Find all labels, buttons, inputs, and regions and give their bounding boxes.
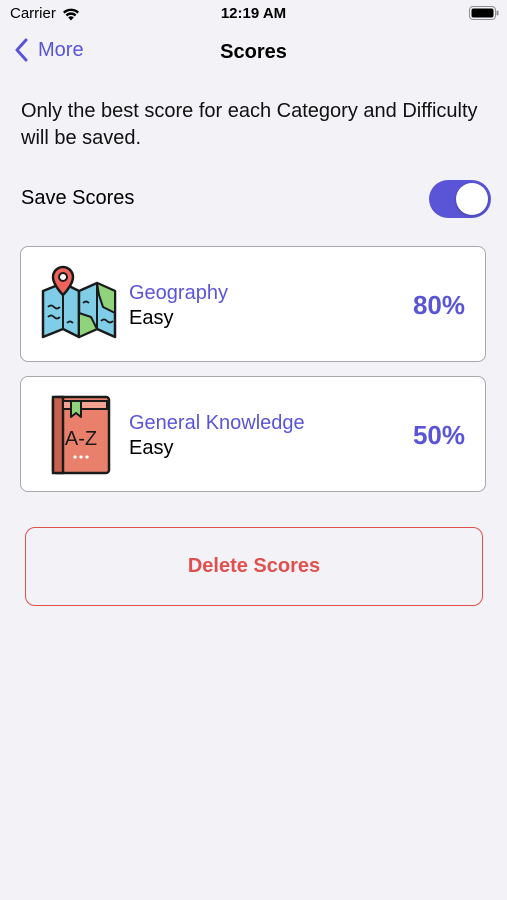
- score-card-text: Geography Easy: [129, 281, 228, 331]
- book-letters: A-Z: [65, 428, 97, 450]
- map-icon: [41, 265, 117, 339]
- book-icon: A-Z: [51, 395, 111, 475]
- navigation-bar: More Scores: [0, 28, 507, 76]
- save-scores-row: Save Scores: [21, 178, 491, 220]
- battery-icon: [469, 6, 499, 20]
- status-time: 12:19 AM: [220, 5, 287, 22]
- info-text: Only the best score for each Category an…: [21, 100, 478, 149]
- save-scores-label: Save Scores: [21, 187, 135, 209]
- status-bar: Carrier 12:19 AM: [0, 0, 507, 28]
- score-category: General Knowledge: [129, 412, 305, 434]
- page-title: Scores: [220, 41, 287, 63]
- score-card-geography[interactable]: Geography Easy 80%: [20, 246, 486, 362]
- score-card-text: General Knowledge Easy: [129, 411, 305, 461]
- score-difficulty: Easy: [129, 307, 174, 329]
- score-value: 50%: [412, 420, 465, 450]
- score-value: 80%: [412, 290, 465, 320]
- delete-scores-button[interactable]: Delete Scores: [25, 527, 483, 606]
- toggle-knob: [456, 183, 488, 215]
- score-difficulty: Easy: [129, 437, 174, 459]
- score-card-general-knowledge[interactable]: A-Z General Knowledge Easy 50%: [20, 376, 486, 492]
- save-scores-toggle[interactable]: [429, 180, 491, 218]
- score-category: Geography: [129, 282, 228, 304]
